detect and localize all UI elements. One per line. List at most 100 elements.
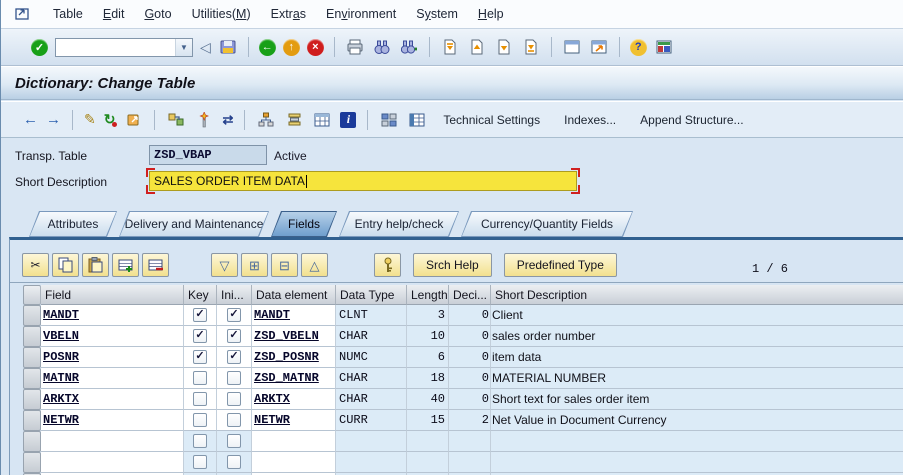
decimals-cell[interactable]: 0 [449,347,491,368]
row-selector[interactable] [23,452,41,473]
cancel-button[interactable]: × [306,38,324,56]
field-name-link[interactable]: VBELN [41,329,79,343]
length-cell[interactable]: 15 [407,410,449,431]
initial-checkbox[interactable]: ✓ [227,329,241,343]
tab-delivery-and-maintenance[interactable]: Delivery and Maintenance [119,211,269,237]
menu-utilities[interactable]: Utilities(M) [182,7,261,21]
back-button[interactable]: ← [258,38,276,56]
decimals-cell[interactable] [449,452,491,473]
table-name-field[interactable]: ZSD_VBAP [149,145,267,165]
short-description-cell[interactable]: item data [491,347,903,368]
table-display-button[interactable] [312,110,332,130]
data-type-cell[interactable]: CHAR [336,326,407,347]
short-description-cell[interactable] [491,431,903,452]
field-cell[interactable]: ARKTX [41,389,184,410]
row-selector[interactable] [23,347,41,368]
dropdown-icon[interactable]: ▼ [175,38,192,56]
select-all-button[interactable] [23,285,41,305]
create-shortcut-button[interactable] [589,37,609,57]
field-name-link[interactable]: POSNR [41,350,79,364]
menu-table[interactable]: Table [43,7,93,21]
refresh-button[interactable]: ↻ [104,111,118,128]
key-checkbox[interactable]: ✓ [193,350,207,364]
tab-currency-quantity-fields[interactable]: Currency/Quantity Fields [461,211,633,237]
insert-row-button[interactable] [112,253,139,277]
field-cell[interactable]: POSNR [41,347,184,368]
key-checkbox[interactable]: ✓ [193,308,207,322]
toggle-command-field-button[interactable]: ◁ [200,39,211,56]
copy-rows-button[interactable] [52,253,79,277]
delete-selection-button[interactable]: ⊟ [271,253,298,277]
enter-button[interactable]: ✓ [31,38,48,56]
initial-checkbox[interactable] [227,413,241,427]
display-change-button[interactable]: ✎ [84,111,96,128]
new-session-button[interactable] [562,37,582,57]
page-down-button[interactable] [494,37,514,57]
insert-field-button[interactable]: ⊞ [241,253,268,277]
decimals-cell[interactable]: 2 [449,410,491,431]
data-type-cell[interactable]: CHAR [336,368,407,389]
menu-system[interactable]: System [406,7,468,21]
append-structure-button[interactable]: Append Structure... [632,113,751,127]
decimals-cell[interactable]: 0 [449,305,491,326]
previous-object-button[interactable]: ← [23,111,38,128]
key-checkbox[interactable] [193,434,207,448]
short-description-cell[interactable]: Net Value in Document Currency [491,410,903,431]
length-cell[interactable]: 10 [407,326,449,347]
runtime-object-button[interactable] [379,110,399,130]
row-selector[interactable] [23,431,41,452]
length-cell[interactable]: 18 [407,368,449,389]
object-log-button[interactable] [284,110,304,130]
field-cell[interactable]: NETWR [41,410,184,431]
technical-settings-button[interactable]: Technical Settings [435,113,548,127]
row-selector[interactable] [23,368,41,389]
row-selector[interactable] [23,305,41,326]
data-element-cell[interactable]: MANDT [252,305,336,326]
field-name-link[interactable]: ARKTX [41,392,79,406]
data-element-link[interactable]: ZSD_POSNR [252,350,319,364]
length-cell[interactable]: 6 [407,347,449,368]
initial-checkbox[interactable] [227,434,241,448]
initial-checkbox[interactable] [227,371,241,385]
copy-object-button[interactable] [123,110,143,130]
data-element-cell[interactable] [252,452,336,473]
data-element-cell[interactable]: ZSD_VBELN [252,326,336,347]
short-description-cell[interactable]: MATERIAL NUMBER [491,368,903,389]
customize-layout-button[interactable] [654,37,674,57]
short-description-field[interactable]: SALES ORDER ITEM DATA [146,168,580,194]
data-type-cell[interactable] [336,452,407,473]
delete-row-button[interactable] [142,253,169,277]
data-element-cell[interactable]: ZSD_MATNR [252,368,336,389]
move-top-button[interactable]: △ [301,253,328,277]
field-name-link[interactable]: NETWR [41,413,79,427]
length-cell[interactable]: 3 [407,305,449,326]
decimals-cell[interactable]: 0 [449,326,491,347]
cut-button[interactable]: ✂ [22,253,49,277]
initial-checkbox[interactable] [227,392,241,406]
initial-checkbox[interactable]: ✓ [227,350,241,364]
key-checkbox[interactable] [193,371,207,385]
next-object-button[interactable]: → [46,111,61,128]
help-button[interactable]: ? [629,38,647,56]
info-button[interactable]: i [340,111,357,128]
activate-button[interactable] [194,110,214,130]
save-button[interactable] [218,37,238,57]
command-field[interactable]: ▼ [55,37,193,57]
first-page-button[interactable] [440,37,460,57]
data-element-link[interactable]: ZSD_MATNR [252,371,319,385]
field-name-link[interactable]: MATNR [41,371,79,385]
data-element-link[interactable]: MANDT [252,308,290,322]
page-up-button[interactable] [467,37,487,57]
data-element-cell[interactable] [252,431,336,452]
last-page-button[interactable] [521,37,541,57]
key-checkbox[interactable]: ✓ [193,329,207,343]
srch-help-button[interactable]: Srch Help [413,253,492,277]
key-checkbox[interactable] [193,392,207,406]
menu-edit[interactable]: Edit [93,7,135,21]
menu-extras[interactable]: Extras [261,7,316,21]
data-element-link[interactable]: ARKTX [252,392,290,406]
predefined-type-button[interactable]: Predefined Type [503,253,617,277]
tab-attributes[interactable]: Attributes [29,211,117,237]
row-selector[interactable] [23,326,41,347]
system-menu-icon[interactable] [14,7,31,21]
